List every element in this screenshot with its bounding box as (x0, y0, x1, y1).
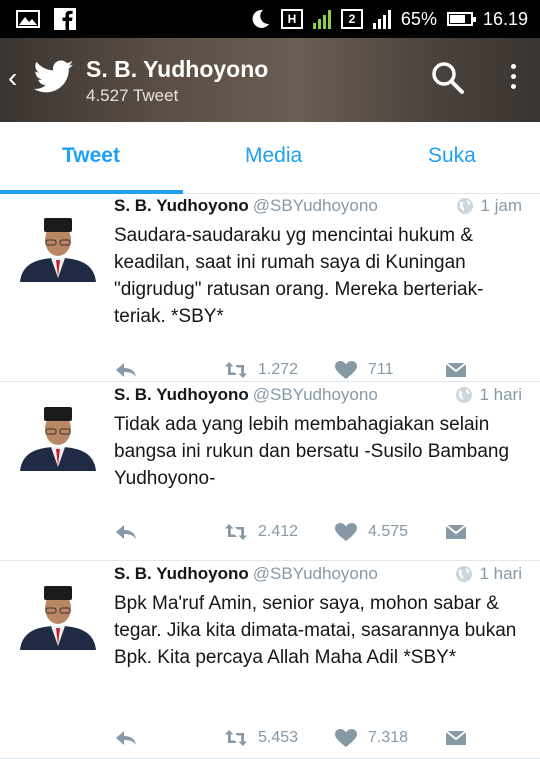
retweet-icon (225, 524, 247, 540)
facebook-notification-icon (54, 8, 76, 30)
tweet-text: Saudara-saudaraku yg mencintai hukum & k… (114, 225, 484, 327)
tweet-header: S. B. Yudhoyono @SBYudhoyono (114, 564, 378, 584)
tweet-time-label: 1 hari (479, 564, 522, 583)
retweet-icon (225, 730, 247, 746)
tweet-item[interactable]: S. B. Yudhoyono @SBYudhoyono 1 hari Bpk M… (0, 562, 540, 759)
tweet-actions: 1.272 711 (114, 360, 524, 384)
tweet-text: Tidak ada yang lebih membahagiakan selai… (114, 414, 510, 489)
reply-icon (116, 363, 136, 377)
reply-icon (116, 731, 136, 745)
retweet-count: 2.412 (258, 523, 299, 540)
tab-likes[interactable]: Suka (428, 144, 476, 168)
like-count: 711 (368, 361, 394, 378)
profile-tabs: Tweet Media Suka (0, 122, 540, 194)
signal-sim2-icon (372, 9, 391, 29)
tweet-author-name[interactable]: S. B. Yudhoyono (114, 196, 249, 215)
tweet-item[interactable]: S. B. Yudhoyono @SBYudhoyono 1 jam Saudar… (0, 194, 540, 382)
envelope-icon (445, 524, 467, 539)
network-type-badge: H (280, 9, 303, 29)
like-count: 4.575 (368, 523, 409, 540)
tweet-author-name[interactable]: S. B. Yudhoyono (114, 564, 249, 583)
search-icon[interactable] (430, 60, 466, 96)
envelope-icon (445, 362, 467, 377)
tweet-header: S. B. Yudhoyono @SBYudhoyono (114, 196, 378, 216)
tab-media[interactable]: Media (245, 144, 302, 168)
profile-name: S. B. Yudhoyono (86, 56, 269, 82)
avatar[interactable] (18, 570, 98, 650)
tweet-author-handle[interactable]: @SBYudhoyono (253, 564, 378, 583)
like-count: 7.318 (368, 729, 409, 746)
tweet-header: S. B. Yudhoyono @SBYudhoyono (114, 385, 378, 405)
heart-icon (335, 729, 357, 747)
tweet-author-handle[interactable]: @SBYudhoyono (253, 385, 378, 404)
retweet-count: 1.272 (258, 361, 299, 378)
direct-message-button[interactable] (444, 728, 468, 748)
moon-icon (252, 9, 269, 28)
signal-sim1-icon (312, 9, 331, 29)
tweet-time-label: 1 hari (479, 385, 522, 404)
tweet-actions: 2.412 4.575 (114, 522, 524, 546)
tweet-time: 1 hari (455, 564, 522, 584)
retweet-button[interactable]: 5.453 (224, 728, 298, 748)
globe-icon (456, 566, 473, 582)
gallery-notification-icon (16, 10, 40, 28)
tweet-time: 1 jam (456, 196, 522, 216)
tweet-time-label: 1 jam (480, 196, 522, 215)
profile-header: ‹ S. B. Yudhoyono 4.527 Tweet (0, 38, 540, 122)
globe-icon (457, 198, 474, 214)
tweet-time: 1 hari (455, 385, 522, 405)
battery-percent: 65% (400, 8, 437, 29)
sim2-badge: 2 (340, 9, 363, 29)
battery-icon (446, 12, 476, 26)
reply-button[interactable] (114, 728, 138, 748)
twitter-bird-icon (34, 60, 74, 93)
retweet-button[interactable]: 2.412 (224, 522, 298, 542)
tweet-count: 4.527 Tweet (86, 86, 179, 105)
like-button[interactable]: 711 (334, 360, 394, 380)
like-button[interactable]: 4.575 (334, 522, 408, 542)
tweet-author-name[interactable]: S. B. Yudhoyono (114, 385, 249, 404)
tweet-author-handle[interactable]: @SBYudhoyono (253, 196, 378, 215)
reply-icon (116, 525, 136, 539)
tweet-text: Bpk Ma'ruf Amin, senior saya, mohon saba… (114, 593, 517, 668)
status-bar: H 2 65% 16.19 (0, 0, 540, 38)
direct-message-button[interactable] (444, 360, 468, 380)
tweet-actions: 5.453 7.318 (114, 728, 524, 752)
retweet-count: 5.453 (258, 729, 299, 746)
reply-button[interactable] (114, 522, 138, 542)
direct-message-button[interactable] (444, 522, 468, 542)
heart-icon (335, 361, 357, 379)
avatar[interactable] (18, 391, 98, 471)
clock: 16.19 (482, 8, 528, 29)
tweet-item[interactable]: S. B. Yudhoyono @SBYudhoyono 1 hari Tidak… (0, 383, 540, 561)
globe-icon (456, 387, 473, 403)
retweet-button[interactable]: 1.272 (224, 360, 298, 380)
more-options-icon[interactable] (508, 60, 518, 96)
envelope-icon (445, 730, 467, 745)
avatar[interactable] (18, 202, 98, 282)
tab-tweet[interactable]: Tweet (62, 144, 120, 168)
reply-button[interactable] (114, 360, 138, 380)
heart-icon (335, 523, 357, 541)
retweet-icon (225, 362, 247, 378)
like-button[interactable]: 7.318 (334, 728, 408, 748)
back-arrow-icon[interactable]: ‹ (8, 62, 17, 94)
